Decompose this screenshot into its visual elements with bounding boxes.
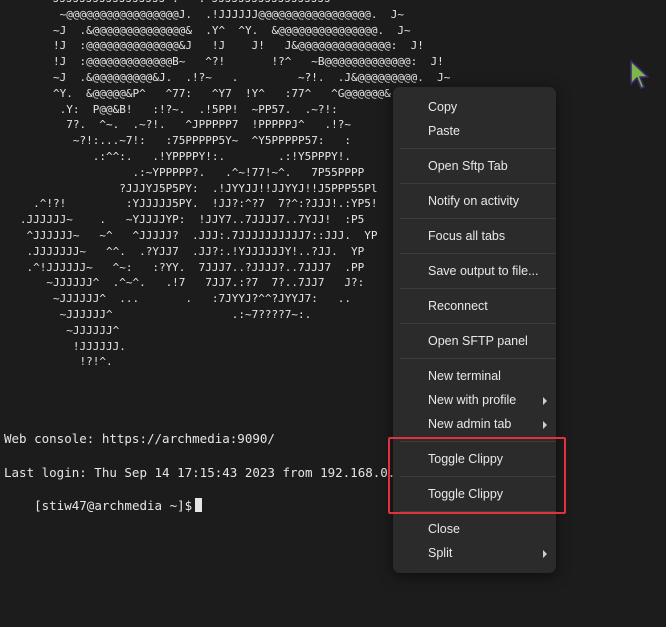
menu-separator: [400, 218, 556, 219]
menu-item-label: Open SFTP panel: [428, 334, 528, 348]
menu-separator: [400, 441, 556, 442]
arrow-cursor-icon: [630, 60, 649, 89]
menu-item-open-sftp-tab[interactable]: Open Sftp Tab: [393, 155, 556, 179]
menu-item-label: Toggle Clippy: [428, 452, 504, 466]
menu-item-new-admin-tab[interactable]: New admin tab: [393, 413, 556, 437]
chevron-right-icon: [543, 421, 547, 429]
context-menu: Copy Paste Open Sftp Tab Notify on activ…: [393, 87, 556, 573]
menu-separator: [400, 253, 556, 254]
menu-item-notify-on-activity[interactable]: Notify on activity: [393, 190, 556, 214]
menu-separator: [400, 323, 556, 324]
menu-item-focus-all-tabs[interactable]: Focus all tabs: [393, 225, 556, 249]
menu-item-label: New terminal: [428, 369, 501, 383]
menu-item-new-with-profile[interactable]: New with profile: [393, 389, 556, 413]
menu-item-label: Notify on activity: [428, 194, 520, 208]
menu-item-label: New admin tab: [428, 417, 512, 431]
menu-item-save-output[interactable]: Save output to file...: [393, 260, 556, 284]
menu-item-label: Focus all tabs: [428, 229, 506, 243]
menu-item-label: Reconnect: [428, 299, 488, 313]
prompt-row: [stiw47@archmedia ~]$: [4, 483, 203, 528]
menu-item-label: Split: [428, 546, 453, 560]
menu-separator: [400, 183, 556, 184]
menu-item-copy[interactable]: Copy: [393, 96, 556, 120]
text-cursor: [195, 498, 203, 512]
menu-separator: [400, 511, 556, 512]
terminal-pane[interactable]: ^JJJJJJJJJJJJJJJJJ^. .^JJJJJJJJJJJJJJJJJ…: [0, 0, 666, 627]
menu-separator: [400, 148, 556, 149]
menu-item-label: Save output to file...: [428, 264, 539, 278]
chevron-right-icon: [543, 550, 547, 558]
ascii-art-logo: ^JJJJJJJJJJJJJJJJJ^. .^JJJJJJJJJJJJJJJJJ…: [19, 0, 451, 369]
last-login-line: Last login: Thu Sep 14 17:15:43 2023 fro…: [4, 465, 411, 480]
menu-item-toggle-clippy[interactable]: Toggle Clippy: [393, 448, 556, 472]
menu-item-label: Close: [428, 522, 460, 536]
menu-separator: [400, 288, 556, 289]
menu-item-label: Copy: [428, 100, 458, 114]
menu-item-reconnect[interactable]: Reconnect: [393, 295, 556, 319]
menu-item-toggle-clippy-2[interactable]: Toggle Clippy: [393, 483, 556, 507]
menu-item-open-sftp-panel[interactable]: Open SFTP panel: [393, 330, 556, 354]
menu-item-split[interactable]: Split: [393, 542, 556, 566]
menu-item-label: Open Sftp Tab: [428, 159, 508, 173]
menu-separator: [400, 358, 556, 359]
menu-separator: [400, 476, 556, 477]
shell-prompt: [stiw47@archmedia ~]$: [34, 498, 193, 513]
web-console-line: Web console: https://archmedia:9090/: [4, 431, 275, 446]
chevron-right-icon: [543, 397, 547, 405]
menu-item-paste[interactable]: Paste: [393, 120, 556, 144]
menu-item-label: Paste: [428, 124, 460, 138]
menu-item-close[interactable]: Close: [393, 518, 556, 542]
menu-item-new-terminal[interactable]: New terminal: [393, 365, 556, 389]
menu-item-label: Toggle Clippy: [428, 487, 504, 501]
menu-item-label: New with profile: [428, 393, 517, 407]
